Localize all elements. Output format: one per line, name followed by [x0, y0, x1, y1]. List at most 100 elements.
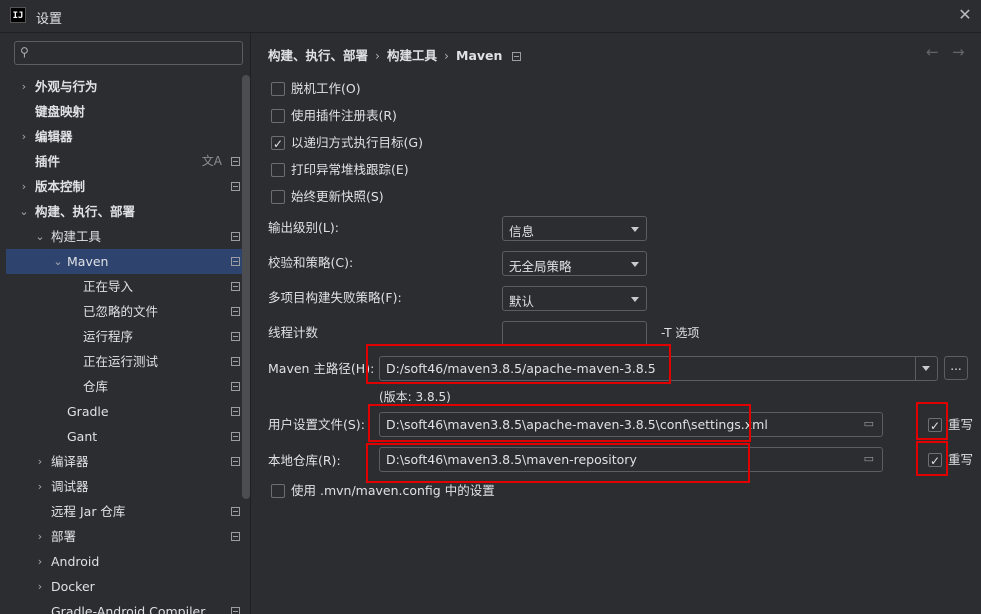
sidebar-item[interactable]: 仓库	[6, 374, 242, 399]
chevron-down-icon[interactable]	[915, 357, 937, 380]
user-settings-label: 用户设置文件(S):	[268, 417, 365, 432]
highlight-user-settings	[368, 404, 751, 442]
recursive-checkbox[interactable]	[271, 134, 285, 154]
sidebar-item-label: 运行程序	[83, 329, 134, 344]
sidebar-item[interactable]: › 版本控制	[6, 174, 242, 199]
local-repo-override-label: 重写	[948, 452, 974, 467]
project-settings-icon	[231, 357, 240, 366]
chevron-right-icon[interactable]: ›	[34, 474, 46, 499]
sidebar-item-label: Gradle	[67, 404, 109, 419]
folder-icon[interactable]: ▭	[864, 417, 874, 430]
sidebar-item[interactable]: Gradle	[6, 399, 242, 424]
sidebar-item-label: 编辑器	[35, 129, 73, 144]
project-settings-icon	[231, 532, 240, 541]
settings-tree: › 外观与行为 键盘映射 › 编辑器 插件 文A › 版本控制 ⌄ 构建、执行、部署 ⌄ 构建工具 ⌄ Ma…	[6, 74, 242, 614]
sidebar-item[interactable]: › Docker	[6, 574, 242, 599]
chevron-right-icon[interactable]: ›	[34, 574, 46, 599]
sidebar-scrollbar[interactable]	[242, 75, 250, 499]
sidebar-item[interactable]: 已忽略的文件	[6, 299, 242, 324]
checksum-label: 校验和策略(C):	[268, 255, 354, 270]
fail-policy-select[interactable]: 默认	[502, 286, 647, 311]
project-settings-icon	[512, 52, 522, 61]
sidebar-item-label: 键盘映射	[35, 104, 86, 119]
sidebar-item[interactable]: 运行程序	[6, 324, 242, 349]
sidebar-item-label: 部署	[51, 529, 77, 544]
thread-count-suffix: -T 选项	[661, 326, 700, 340]
offline-checkbox[interactable]	[271, 82, 285, 96]
intellij-app-icon: IJ	[10, 7, 26, 23]
sidebar-item-label: 编译器	[51, 454, 89, 469]
close-icon[interactable]: ✕	[956, 5, 974, 25]
breadcrumb-build[interactable]: 构建、执行、部署	[268, 48, 368, 63]
project-settings-icon	[231, 457, 240, 466]
sidebar-item[interactable]: ⌄ Maven	[6, 249, 242, 274]
project-settings-icon	[231, 232, 240, 241]
thread-count-label: 线程计数	[268, 325, 319, 340]
print-stack-checkbox[interactable]	[271, 163, 285, 177]
chevron-down-icon[interactable]: ⌄	[52, 249, 64, 274]
browse-maven-home-button[interactable]: ...	[944, 356, 968, 380]
highlight-local-repo-override	[916, 441, 948, 476]
sidebar-item[interactable]: ⌄ 构建工具	[6, 224, 242, 249]
breadcrumb-build-tools[interactable]: 构建工具	[387, 48, 437, 63]
breadcrumb: 构建、执行、部署 › 构建工具 › Maven	[268, 45, 522, 64]
maven-settings-panel: 构建、执行、部署 › 构建工具 › Maven ← → 脱机工作(O) 使用插件注册表(…	[252, 33, 981, 614]
sidebar-item[interactable]: 远程 Jar 仓库	[6, 499, 242, 524]
sidebar-item[interactable]: › 编辑器	[6, 124, 242, 149]
output-level-select[interactable]: 信息	[502, 216, 647, 241]
chevron-down-icon[interactable]: ⌄	[34, 224, 46, 249]
sidebar-item-label: 正在导入	[83, 279, 134, 294]
always-update-checkbox[interactable]	[271, 190, 285, 204]
sidebar-item[interactable]: › Android	[6, 549, 242, 574]
forward-arrow-icon[interactable]: →	[952, 43, 965, 61]
back-arrow-icon[interactable]: ←	[926, 43, 939, 61]
chevron-right-icon[interactable]: ›	[34, 449, 46, 474]
sidebar-item[interactable]: › 编译器	[6, 449, 242, 474]
sidebar-item-label: Maven	[67, 254, 109, 269]
sidebar-item[interactable]: 插件 文A	[6, 149, 242, 174]
chevron-right-icon[interactable]: ›	[18, 74, 30, 99]
chevron-down-icon	[631, 262, 639, 267]
sidebar-item[interactable]: › 外观与行为	[6, 74, 242, 99]
sidebar-item[interactable]: Gradle-Android Compiler	[6, 599, 242, 614]
sidebar-item[interactable]: 正在运行测试	[6, 349, 242, 374]
settings-sidebar: ⚲ › 外观与行为 键盘映射 › 编辑器 插件 文A › 版本控制 ⌄ 构建、执行、部署 ⌄ 构建工具 ⌄…	[0, 33, 251, 614]
project-settings-icon	[231, 282, 240, 291]
title-bar: IJ 设置 ✕	[0, 0, 981, 33]
chevron-right-icon[interactable]: ›	[34, 524, 46, 549]
sidebar-item[interactable]: Gant	[6, 424, 242, 449]
sidebar-item-label: 已忽略的文件	[83, 304, 159, 319]
chevron-right-icon[interactable]: ›	[34, 549, 46, 574]
breadcrumb-separator: ›	[375, 48, 381, 63]
chevron-right-icon[interactable]: ›	[18, 124, 30, 149]
fail-policy-label: 多项目构建失败策略(F):	[268, 290, 402, 305]
sidebar-item-label: Android	[51, 554, 100, 569]
output-level-label: 输出级别(L):	[268, 220, 339, 235]
offline-label: 脱机工作(O)	[291, 81, 361, 96]
maven-version: (版本: 3.8.5)	[379, 390, 451, 404]
sidebar-item-label: 构建、执行、部署	[35, 204, 136, 219]
chevron-down-icon[interactable]: ⌄	[18, 199, 30, 224]
thread-count-input[interactable]	[502, 321, 647, 346]
project-settings-icon	[231, 307, 240, 316]
chevron-right-icon[interactable]: ›	[18, 174, 30, 199]
sidebar-item[interactable]: 键盘映射	[6, 99, 242, 124]
breadcrumb-maven: Maven	[456, 48, 503, 63]
sidebar-item-label: Gant	[67, 429, 98, 444]
recursive-label: 以递归方式执行目标(G)	[291, 135, 423, 150]
project-settings-icon	[231, 432, 240, 441]
checksum-select[interactable]: 无全局策略	[502, 251, 647, 276]
project-settings-icon	[231, 332, 240, 341]
checksum-value: 无全局策略	[509, 259, 572, 274]
folder-icon[interactable]: ▭	[864, 452, 874, 465]
sidebar-item[interactable]: › 调试器	[6, 474, 242, 499]
project-settings-icon	[231, 407, 240, 416]
plugin-registry-checkbox[interactable]	[271, 109, 285, 123]
sidebar-item[interactable]: ⌄ 构建、执行、部署	[6, 199, 242, 224]
translate-icon: 文A	[201, 154, 222, 168]
search-icon: ⚲	[20, 45, 29, 59]
mvn-config-checkbox[interactable]	[271, 484, 285, 498]
settings-search-input[interactable]: ⚲	[14, 41, 243, 65]
sidebar-item[interactable]: › 部署	[6, 524, 242, 549]
sidebar-item[interactable]: 正在导入	[6, 274, 242, 299]
